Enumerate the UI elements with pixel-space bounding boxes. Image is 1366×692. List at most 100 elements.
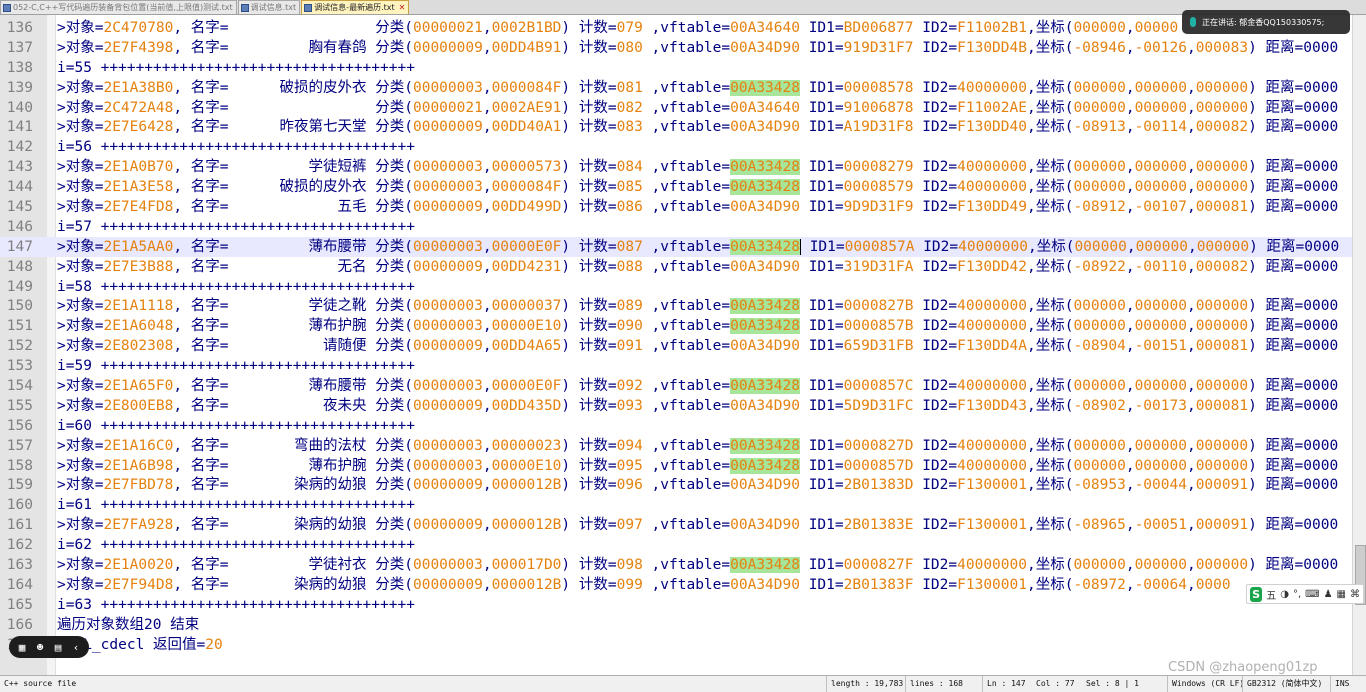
count-value: 090 — [616, 318, 643, 335]
label-id2: ID2= — [913, 477, 958, 494]
label-object: >对象= — [57, 477, 104, 494]
grid-icon[interactable]: ▦ — [1337, 589, 1346, 600]
label-class: 分类( — [366, 119, 413, 136]
coord-x: -08965 — [1073, 517, 1126, 534]
comma: , — [482, 179, 492, 196]
id1-value: 00008578 — [843, 79, 914, 96]
object-address: 2E1A0020 — [103, 557, 174, 574]
count-value: 089 — [616, 298, 643, 315]
object-name: 学徒衬衣 — [308, 557, 367, 574]
line-text: >对象=2E802308, 名字= 请随便 分类(00000009,00DD4A6… — [57, 336, 1338, 356]
keyboard-icon[interactable]: ⌨ — [1305, 589, 1319, 600]
line-number: 151 — [6, 318, 33, 335]
label-object: >对象= — [57, 20, 104, 36]
chevron-left-icon[interactable]: ‹ — [69, 641, 83, 654]
code-line: 141 >对象=2E7E6428, 名字= 昨夜第七天堂 分类(00000009,0… — [0, 117, 1352, 137]
coord-z: 000083 — [1195, 39, 1249, 56]
line-text: >对象=2E7E3B88, 名字= 无名 分类(00000009,00DD4231… — [57, 257, 1338, 277]
distance-label: 距离=0000 — [1256, 258, 1339, 275]
paren: ) — [561, 557, 571, 574]
coord-y: 000000 — [1134, 79, 1187, 96]
object-name: 薄布腰带 — [308, 238, 367, 255]
comma: , — [482, 258, 492, 275]
editor[interactable]: 136 >对象=2C470780, 名字= 分类(00000021,0002B1B… — [0, 15, 1366, 675]
tab-0[interactable]: 052-C,C++写代码遍历装备背包位置(当前值,上限值)测试.txt — [0, 0, 237, 14]
loop-index: i=57 — [57, 218, 92, 235]
shirt-icon[interactable]: ⌘ — [1350, 589, 1360, 600]
object-name: 薄布护腕 — [308, 457, 367, 474]
label-name: , 名字= — [173, 338, 229, 355]
floating-toolbar[interactable]: ▦ ☻ ▤ ‹ — [9, 636, 89, 658]
coord-z: 000000 — [1195, 179, 1249, 196]
separator-plus: ++++++++++++++++++++++++++++++++++++ — [91, 537, 415, 554]
code-line: 145 >对象=2E7E4FD8, 名字= 五毛 分类(00000009,00DD4… — [0, 197, 1352, 217]
person-icon[interactable]: ♟ — [1324, 589, 1333, 600]
vertical-scrollbar[interactable] — [1352, 15, 1366, 675]
chat-icon[interactable]: ▤ — [51, 641, 65, 654]
class-a: 00000009 — [412, 517, 483, 534]
label-coord: ,坐标( — [1026, 119, 1074, 136]
id2-value: F130DD40 — [957, 119, 1027, 136]
vftable-value: 00A33428 — [730, 298, 800, 315]
count-value: 082 — [616, 99, 643, 116]
label-class: 分类( — [366, 159, 413, 176]
comma: , — [1126, 238, 1136, 255]
paren: ) — [1248, 199, 1257, 216]
tab-2[interactable]: 调试信息-最新遍历.txt ✕ — [301, 0, 410, 14]
line-number: 140 — [6, 99, 33, 116]
comma: , — [482, 199, 492, 216]
object-name: 请随便 — [323, 338, 367, 355]
line-number: 145 — [6, 199, 33, 216]
face-icon[interactable]: ☻ — [33, 641, 47, 654]
label-count: 计数= — [570, 238, 617, 255]
tab-1[interactable]: 调试信息.txt — [237, 0, 301, 14]
vftable-value: 00A34D90 — [730, 576, 800, 593]
separator-plus: ++++++++++++++++++++++++++++++++++++ — [91, 278, 415, 295]
vftable-value: 00A34D90 — [730, 477, 800, 494]
label-count: 计数= — [570, 179, 617, 196]
code-line: 159 >对象=2E7FBD78, 名字= 染病的幼狼 分类(00000009,00… — [0, 475, 1352, 495]
separator-plus: ++++++++++++++++++++++++++++++++++++ — [91, 358, 415, 375]
line-text: i=61 +++++++++++++++++++++++++++++++++++… — [57, 495, 415, 515]
coord-z: 000000 — [1195, 159, 1249, 176]
label-name: , 名字= — [173, 298, 229, 315]
line-number: 152 — [6, 338, 33, 355]
moon-icon[interactable]: ◑ — [1280, 589, 1289, 600]
label-vftable: ,vftable= — [642, 199, 731, 216]
coord-x: 000000 — [1074, 238, 1127, 255]
line-number: 154 — [6, 378, 33, 395]
label-count: 计数= — [570, 517, 617, 534]
line-text: >对象=2E1A1118, 名字= 学徒之靴 分类(00000003,000000… — [57, 296, 1338, 316]
class-a: 00000009 — [412, 258, 483, 275]
vftable-value: 00A33428 — [730, 457, 800, 474]
object-name: 胸有春鸽 — [308, 39, 367, 56]
grid-icon[interactable]: ▦ — [15, 641, 29, 654]
line-number: 141 — [6, 119, 33, 136]
ime-toolbar[interactable]: S 五 ◑ °, ⌨ ♟ ▦ ⌘ — [1246, 584, 1364, 604]
label-count: 计数= — [570, 298, 617, 315]
line-number: 142 — [6, 139, 33, 156]
paren: ) — [1248, 39, 1257, 56]
line-text: i=62 +++++++++++++++++++++++++++++++++++… — [57, 535, 415, 555]
paren: ) — [1248, 159, 1257, 176]
label-coord: ,坐标( — [1026, 39, 1074, 56]
ime-mode[interactable]: 五 — [1266, 587, 1276, 602]
label-id2: ID2= — [913, 338, 958, 355]
vftable-value: 00A33428 — [730, 437, 800, 454]
tab-label: 调试信息-最新遍历.txt — [314, 3, 395, 12]
class-b: 00000E0F — [491, 238, 562, 255]
dot-icon[interactable]: °, — [1293, 589, 1301, 600]
status-ins: INS — [1330, 676, 1349, 692]
distance-label: 距离=0000 — [1256, 378, 1339, 395]
comma: , — [1125, 199, 1135, 216]
close-icon[interactable]: ✕ — [399, 3, 406, 12]
object-address: 2E1A0B70 — [103, 159, 174, 176]
object-name: 夜未央 — [323, 397, 367, 414]
label-coord: ,坐标( — [1026, 159, 1074, 176]
label-class: 分类( — [366, 576, 413, 593]
line-text: >对象=2E7E4FD8, 名字= 五毛 分类(00000009,00DD499D… — [57, 197, 1338, 217]
label-id2: ID2= — [913, 119, 958, 136]
label-name: , 名字= — [173, 79, 229, 96]
label-id2: ID2= — [913, 20, 958, 36]
loop-index: i=62 — [57, 537, 92, 554]
